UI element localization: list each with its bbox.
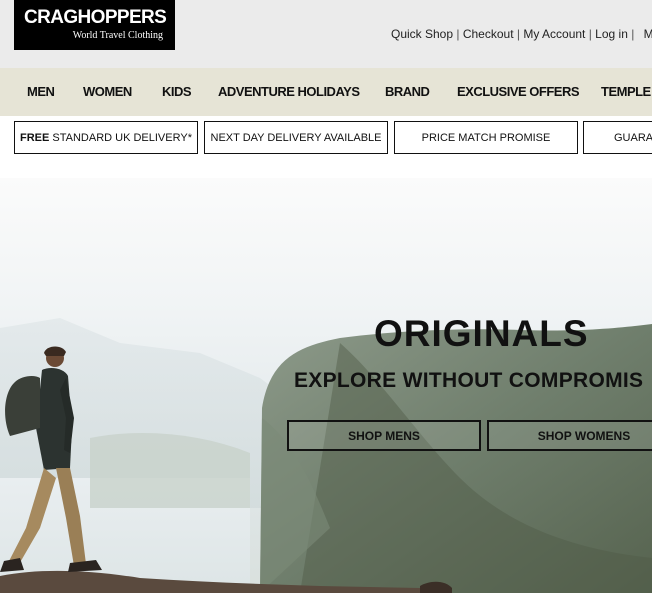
brand-logo[interactable]: CRAGHOPPERS World Travel Clothing — [14, 0, 175, 50]
site-header: CRAGHOPPERS World Travel Clothing Quick … — [0, 0, 652, 68]
nav-item-brand[interactable]: BRAND — [385, 84, 430, 99]
nav-item-men[interactable]: MEN — [27, 84, 55, 99]
free-delivery-badge[interactable]: FREE STANDARD UK DELIVERY* — [14, 121, 198, 154]
quick-shop-link[interactable]: Quick Shop — [391, 27, 453, 41]
nav-item-temple[interactable]: TEMPLE — [601, 84, 651, 99]
nav-item-women[interactable]: WOMEN — [83, 84, 132, 99]
hero-subtitle: EXPLORE WITHOUT COMPROMIS — [294, 369, 644, 392]
free-label: FREE — [20, 131, 50, 144]
guarantee-badge[interactable]: GUARA — [583, 121, 652, 154]
nav-item-kids[interactable]: KIDS — [162, 84, 192, 99]
next-day-delivery-badge[interactable]: NEXT DAY DELIVERY AVAILABLE — [204, 121, 388, 154]
next-day-label: NEXT DAY DELIVERY AVAILABLE — [210, 131, 382, 144]
nav-item-adventure-holidays[interactable]: ADVENTURE HOLIDAYS — [218, 84, 360, 99]
nav-item-exclusive-offers[interactable]: EXCLUSIVE OFFERS — [457, 84, 580, 99]
price-match-label: PRICE MATCH PROMISE — [421, 131, 551, 144]
hero-title: ORIGINALS — [374, 313, 589, 354]
login-link[interactable]: Log in — [595, 27, 628, 41]
delivery-label: STANDARD UK DELIVERY* — [49, 131, 192, 144]
checkout-link[interactable]: Checkout — [463, 27, 514, 41]
hero-banner: ORIGINALS EXPLORE WITHOUT COMPROMIS SHOP… — [0, 178, 652, 593]
price-match-badge[interactable]: PRICE MATCH PROMISE — [394, 121, 578, 154]
truncated-link[interactable]: M — [644, 27, 652, 41]
my-account-link[interactable]: My Account — [523, 27, 585, 41]
separator: | — [631, 27, 638, 41]
utility-links: Quick Shop | Checkout | My Account | Log… — [391, 27, 652, 41]
brand-name: CRAGHOPPERS — [24, 7, 167, 28]
guarantee-label: GUARA — [614, 131, 652, 144]
main-nav: MEN WOMEN KIDS ADVENTURE HOLIDAYS BRAND … — [0, 68, 652, 116]
brand-tagline: World Travel Clothing — [72, 30, 163, 41]
shop-womens-button[interactable]: SHOP WOMENS — [487, 420, 652, 451]
shop-mens-button[interactable]: SHOP MENS — [287, 420, 481, 451]
